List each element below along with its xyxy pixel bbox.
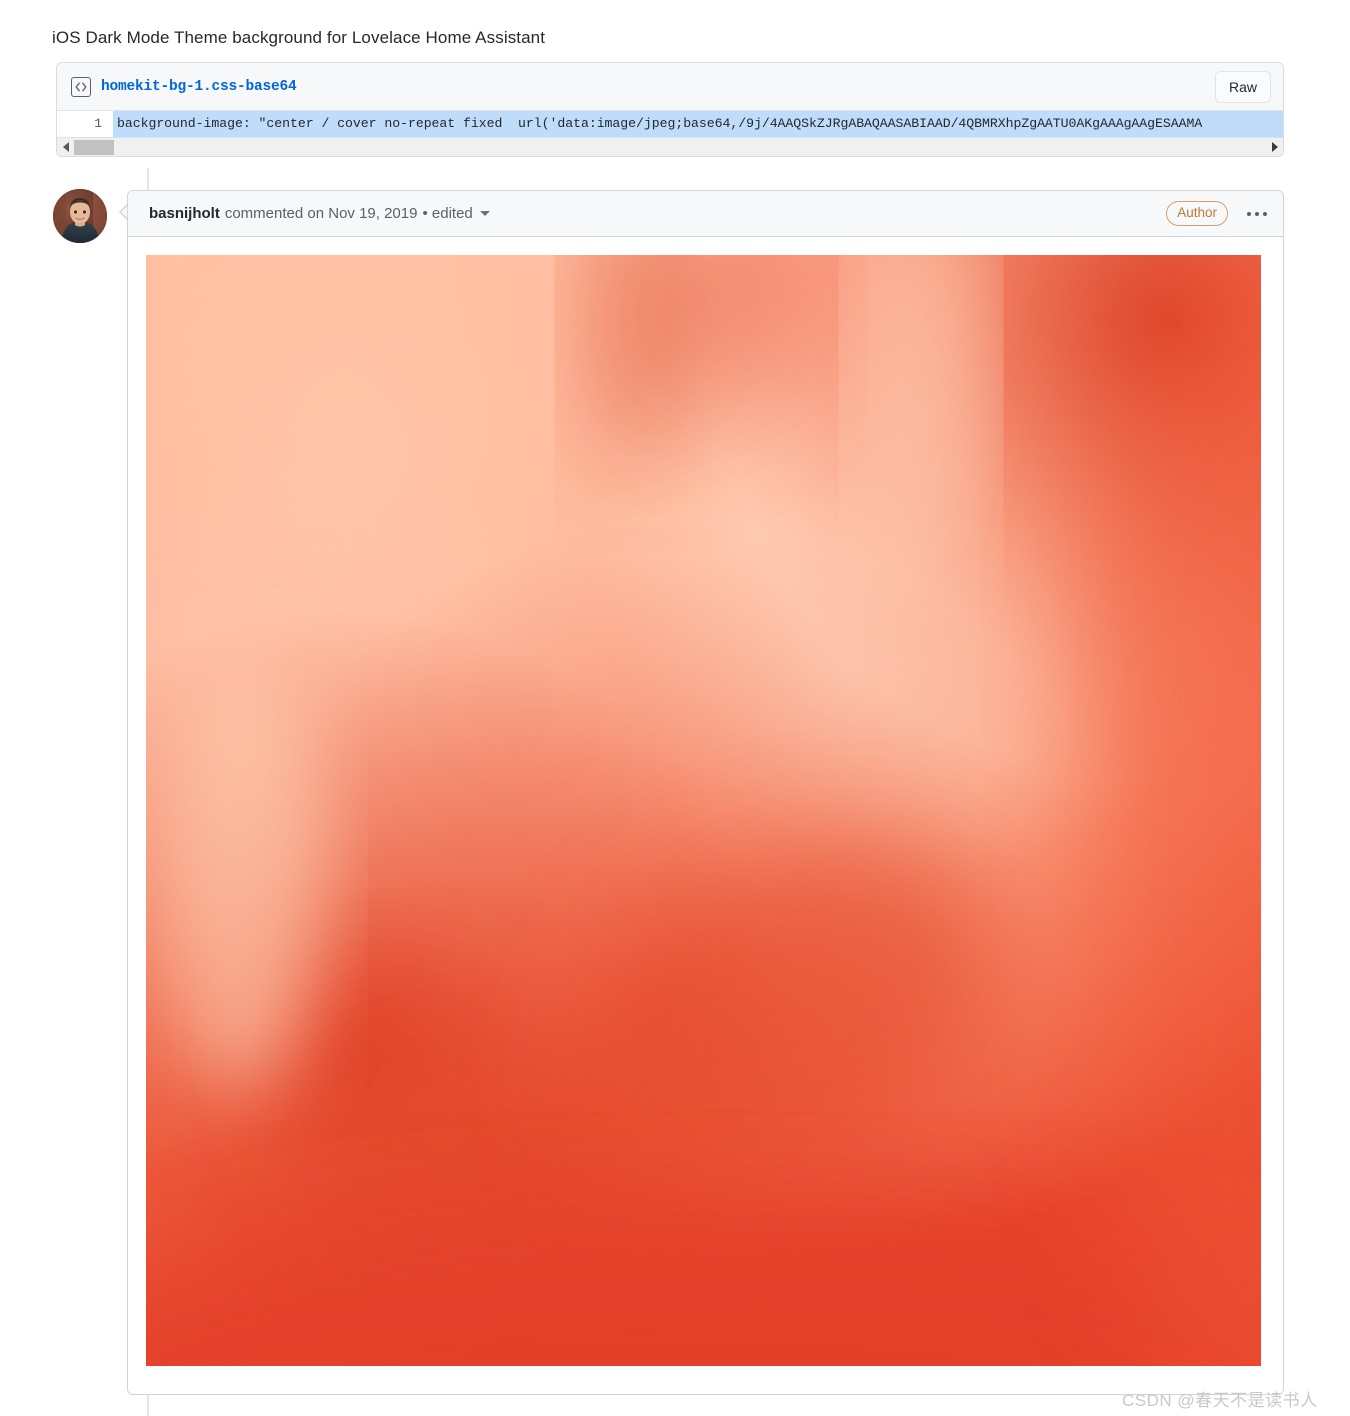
kebab-horizontal-icon[interactable]	[1245, 208, 1269, 220]
comment-timestamp: commented on Nov 19, 2019	[224, 205, 418, 222]
comment-edited-label[interactable]: • edited	[422, 205, 472, 222]
code-file-icon	[71, 76, 91, 97]
timeline-connector-bottom	[147, 1394, 149, 1416]
code-line-content[interactable]: background-image: "center / cover no-rep…	[113, 111, 1283, 137]
csdn-watermark: CSDN @春天不是读书人	[1122, 1391, 1318, 1410]
scrollbar-track[interactable]	[74, 138, 1266, 157]
scrollbar-thumb[interactable]	[74, 139, 114, 155]
code-horizontal-scrollbar[interactable]	[57, 137, 1283, 156]
comment-body	[128, 237, 1283, 1384]
author-badge[interactable]: Author	[1166, 201, 1228, 226]
code-area: 1 background-image: "center / cover no-r…	[57, 111, 1283, 137]
gist-file-name-link[interactable]: homekit-bg-1.css-base64	[101, 79, 297, 95]
comment-author-link[interactable]: basnijholt	[149, 205, 220, 222]
comment-header: basnijholt commented on Nov 19, 2019 • e…	[128, 191, 1283, 237]
raw-button[interactable]: Raw	[1214, 70, 1271, 103]
scroll-right-arrow-icon[interactable]	[1266, 138, 1283, 157]
scroll-left-arrow-icon[interactable]	[57, 138, 74, 157]
gist-file-blob: homekit-bg-1.css-base64 Raw 1 background…	[56, 62, 1284, 157]
chevron-down-icon[interactable]	[479, 211, 490, 216]
avatar[interactable]	[53, 189, 107, 243]
code-line-number: 1	[57, 111, 113, 137]
page-title: iOS Dark Mode Theme background for Lovel…	[52, 28, 546, 47]
attached-gradient-image[interactable]	[146, 255, 1261, 1366]
comment-card: basnijholt commented on Nov 19, 2019 • e…	[127, 190, 1284, 1395]
gist-file-header: homekit-bg-1.css-base64 Raw	[57, 63, 1283, 111]
